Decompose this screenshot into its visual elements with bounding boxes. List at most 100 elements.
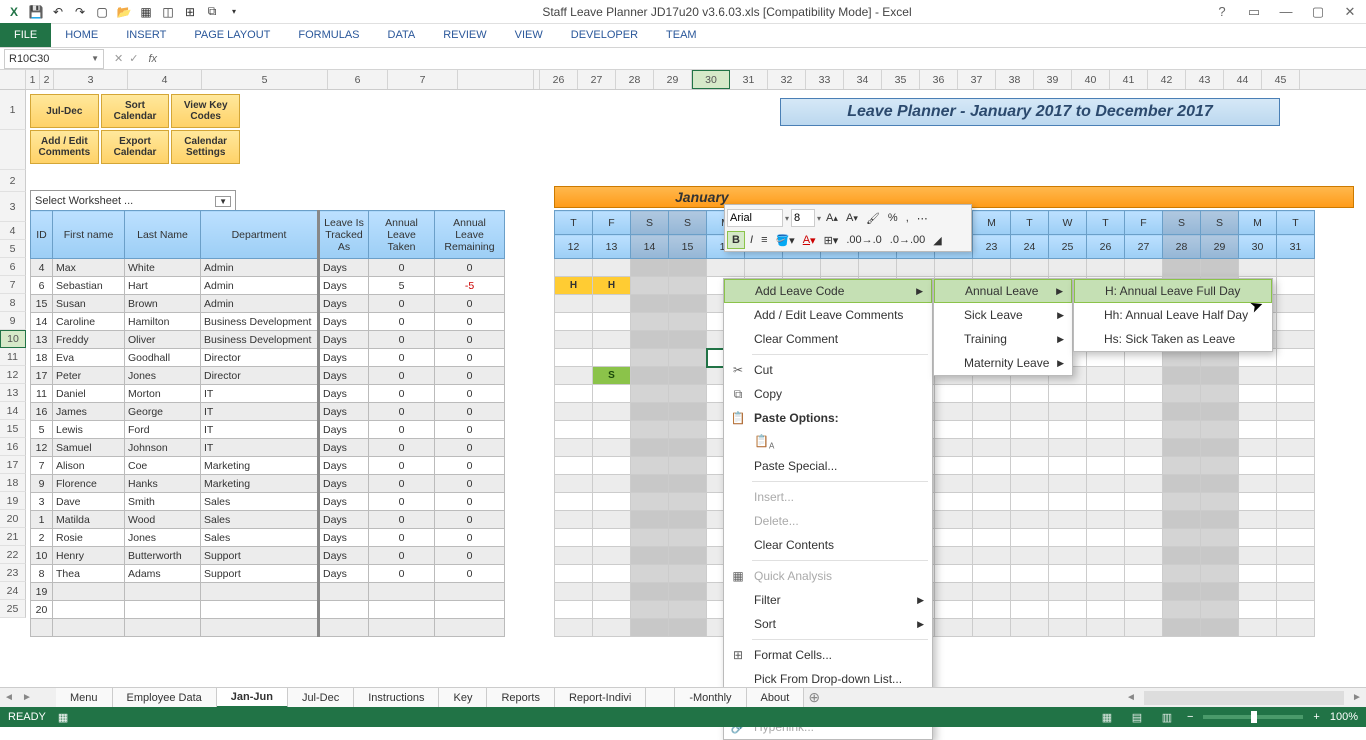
calendar-cell[interactable] [935, 259, 973, 277]
calendar-cell[interactable] [593, 619, 631, 637]
calendar-cell[interactable] [1277, 259, 1315, 277]
calendar-cell[interactable] [555, 367, 593, 385]
calendar-cell[interactable] [745, 259, 783, 277]
calendar-cell[interactable] [1239, 547, 1277, 565]
table-row[interactable]: 11DanielMortonITDays00 [31, 385, 505, 403]
calendar-cell[interactable] [593, 313, 631, 331]
col-header[interactable]: 37 [958, 70, 996, 89]
menu-item[interactable]: Maternity Leave▶ [934, 351, 1072, 375]
ribbon-tab-formulas[interactable]: FORMULAS [284, 23, 373, 47]
calendar-cell[interactable] [555, 547, 593, 565]
calendar-cell[interactable]: H [555, 277, 593, 295]
menu-item[interactable]: H: Annual Leave Full Day [1074, 279, 1272, 303]
calendar-cell[interactable] [555, 295, 593, 313]
calendar-cell[interactable] [631, 619, 669, 637]
sort-calendar-button[interactable]: Sort Calendar [101, 94, 170, 128]
sheet-tab[interactable]: About [747, 688, 805, 708]
col-id[interactable]: ID [31, 211, 53, 259]
calendar-cell[interactable] [593, 547, 631, 565]
calendar-cell[interactable] [1125, 439, 1163, 457]
menu-item[interactable]: ⊞Format Cells... [724, 643, 932, 667]
table-row[interactable]: 8TheaAdamsSupportDays00 [31, 565, 505, 583]
calendar-cell[interactable] [669, 493, 707, 511]
col-tracked[interactable]: Leave Is Tracked As [319, 211, 369, 259]
row-header[interactable]: 22 [0, 546, 26, 564]
calendar-cell[interactable] [1087, 565, 1125, 583]
calendar-cell[interactable] [669, 511, 707, 529]
calendar-cell[interactable] [1049, 511, 1087, 529]
sheet-tab[interactable]: Key [439, 688, 487, 708]
calendar-cell[interactable] [1049, 259, 1087, 277]
calendar-cell[interactable] [1163, 547, 1201, 565]
calendar-cell[interactable] [1011, 439, 1049, 457]
sheet-tab[interactable]: Jul-Dec [288, 688, 354, 708]
calendar-cell[interactable] [1277, 403, 1315, 421]
ribbon-tab-home[interactable]: HOME [51, 23, 112, 47]
col-header[interactable]: 4 [128, 70, 202, 89]
menu-item[interactable]: Sick Leave▶ [934, 303, 1072, 327]
save-icon[interactable]: 💾 [26, 2, 46, 22]
calendar-cell[interactable] [1277, 565, 1315, 583]
col-header-active[interactable]: 30 [692, 70, 730, 89]
calendar-cell[interactable] [669, 259, 707, 277]
calendar-cell[interactable] [1239, 421, 1277, 439]
bold-button[interactable]: B [727, 231, 745, 249]
calendar-cell[interactable] [1163, 259, 1201, 277]
calendar-cell[interactable] [593, 349, 631, 367]
calendar-cell[interactable] [631, 529, 669, 547]
calendar-cell[interactable] [935, 619, 973, 637]
calendar-cell[interactable] [935, 457, 973, 475]
row-header[interactable]: 13 [0, 384, 26, 402]
calendar-cell[interactable] [821, 259, 859, 277]
calendar-cell[interactable] [935, 565, 973, 583]
page-layout-view-icon[interactable]: ▤ [1127, 711, 1147, 724]
minimize-icon[interactable]: — [1274, 4, 1298, 20]
cal-day-header[interactable]: M [973, 211, 1011, 235]
cal-date-header[interactable]: 24 [1011, 235, 1049, 259]
calendar-cell[interactable] [783, 259, 821, 277]
calendar-cell[interactable] [1277, 547, 1315, 565]
calendar-settings-button[interactable]: Calendar Settings [171, 130, 240, 164]
ribbon-tab-team[interactable]: TEAM [652, 23, 711, 47]
calendar-cell[interactable] [669, 475, 707, 493]
calendar-cell[interactable] [1163, 529, 1201, 547]
calendar-cell[interactable] [555, 619, 593, 637]
col-header[interactable]: 32 [768, 70, 806, 89]
cal-day-header[interactable]: T [1277, 211, 1315, 235]
calendar-cell[interactable] [1087, 385, 1125, 403]
calendar-cell[interactable] [1201, 547, 1239, 565]
table-row[interactable]: 19 [31, 583, 505, 601]
select-all-corner[interactable] [0, 70, 26, 89]
menu-item[interactable]: Filter▶ [724, 588, 932, 612]
italic-button[interactable]: I [747, 234, 756, 246]
calendar-cell[interactable] [555, 313, 593, 331]
calendar-cell[interactable] [1163, 619, 1201, 637]
calendar-cell[interactable] [593, 475, 631, 493]
calendar-cell[interactable] [1011, 403, 1049, 421]
row-header[interactable]: 4 [0, 222, 26, 240]
calendar-cell[interactable] [1239, 385, 1277, 403]
calendar-cell[interactable] [1011, 583, 1049, 601]
calendar-cell[interactable] [669, 457, 707, 475]
calendar-cell[interactable] [593, 403, 631, 421]
name-box[interactable]: R10C30 ▼ [4, 49, 104, 69]
cal-day-header[interactable]: T [1011, 211, 1049, 235]
format-painter-icon[interactable]: 🖌 [863, 212, 883, 225]
comma-icon[interactable]: , [903, 212, 912, 224]
zoom-slider[interactable] [1203, 715, 1303, 719]
col-header[interactable]: 5 [202, 70, 328, 89]
calendar-cell[interactable] [935, 601, 973, 619]
calendar-cell[interactable] [1125, 493, 1163, 511]
col-header[interactable]: 38 [996, 70, 1034, 89]
calendar-cell[interactable] [631, 457, 669, 475]
table-row[interactable]: 5LewisFordITDays00 [31, 421, 505, 439]
calendar-cell[interactable] [555, 475, 593, 493]
col-header[interactable]: 36 [920, 70, 958, 89]
table-row[interactable]: 16JamesGeorgeITDays00 [31, 403, 505, 421]
cal-day-header[interactable]: F [593, 211, 631, 235]
calendar-cell[interactable] [631, 367, 669, 385]
calendar-cell[interactable] [1049, 547, 1087, 565]
col-header[interactable]: 29 [654, 70, 692, 89]
calendar-cell[interactable] [1049, 385, 1087, 403]
calendar-cell[interactable] [593, 295, 631, 313]
